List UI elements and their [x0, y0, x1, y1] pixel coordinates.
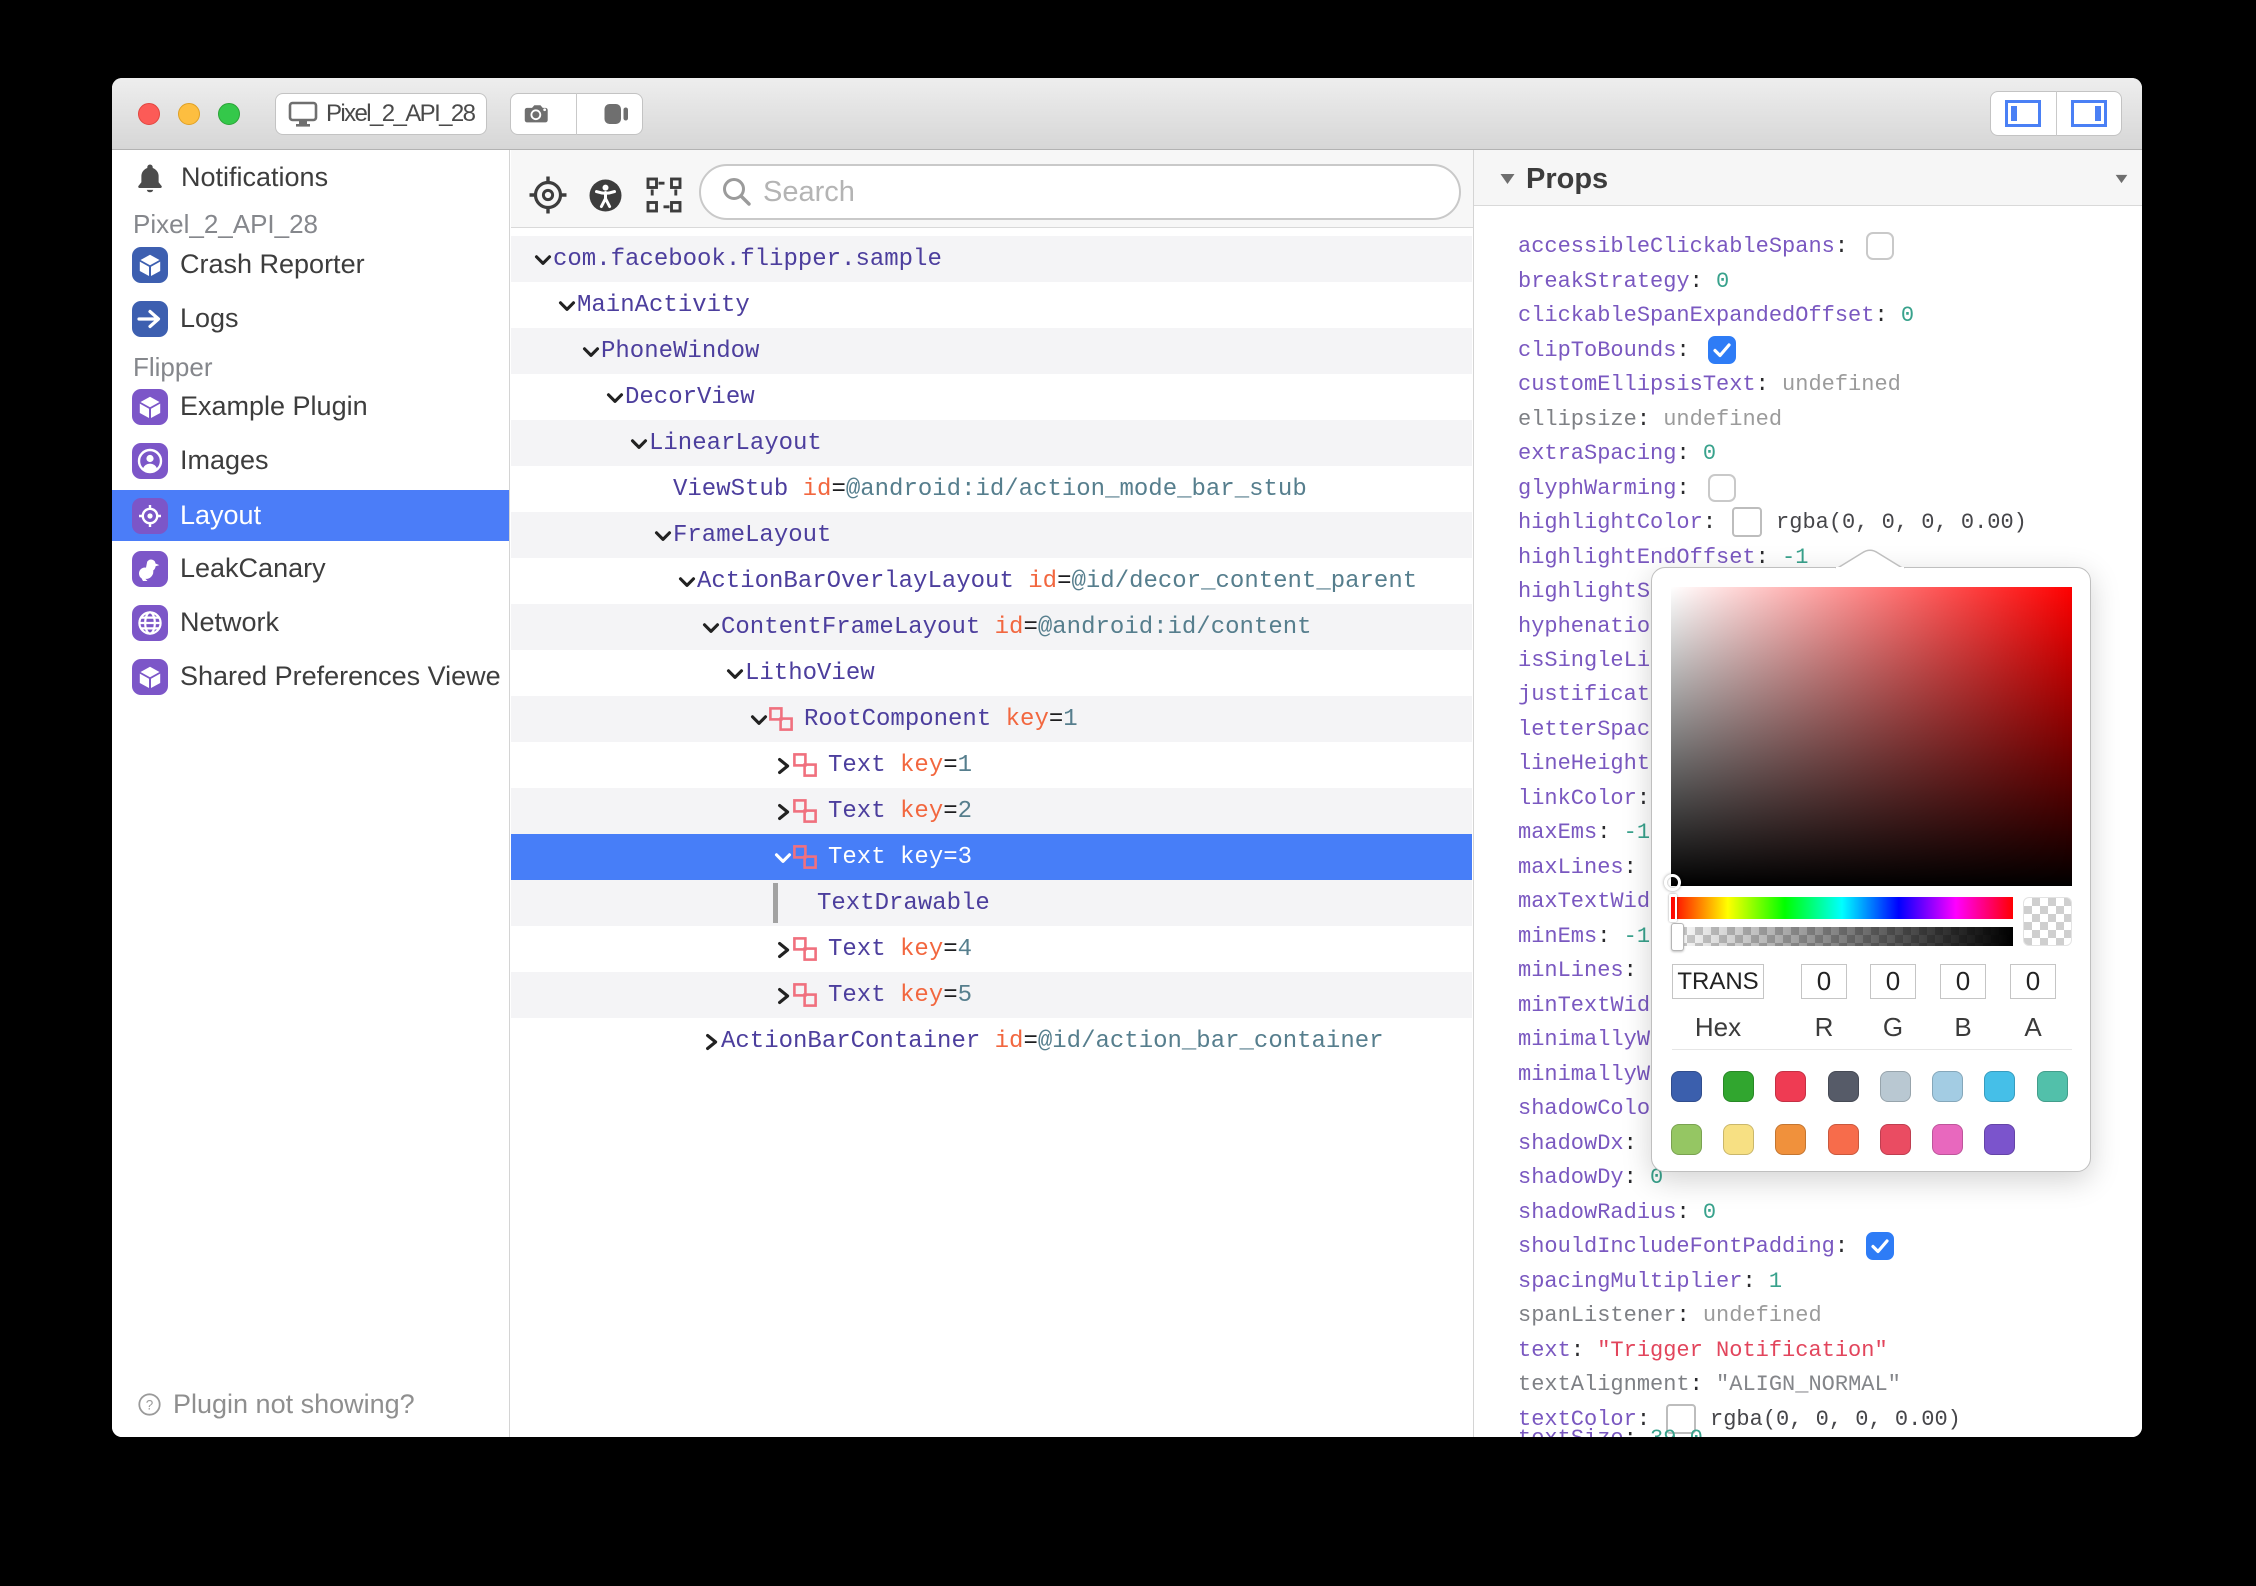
- svg-text:?: ?: [146, 1398, 154, 1413]
